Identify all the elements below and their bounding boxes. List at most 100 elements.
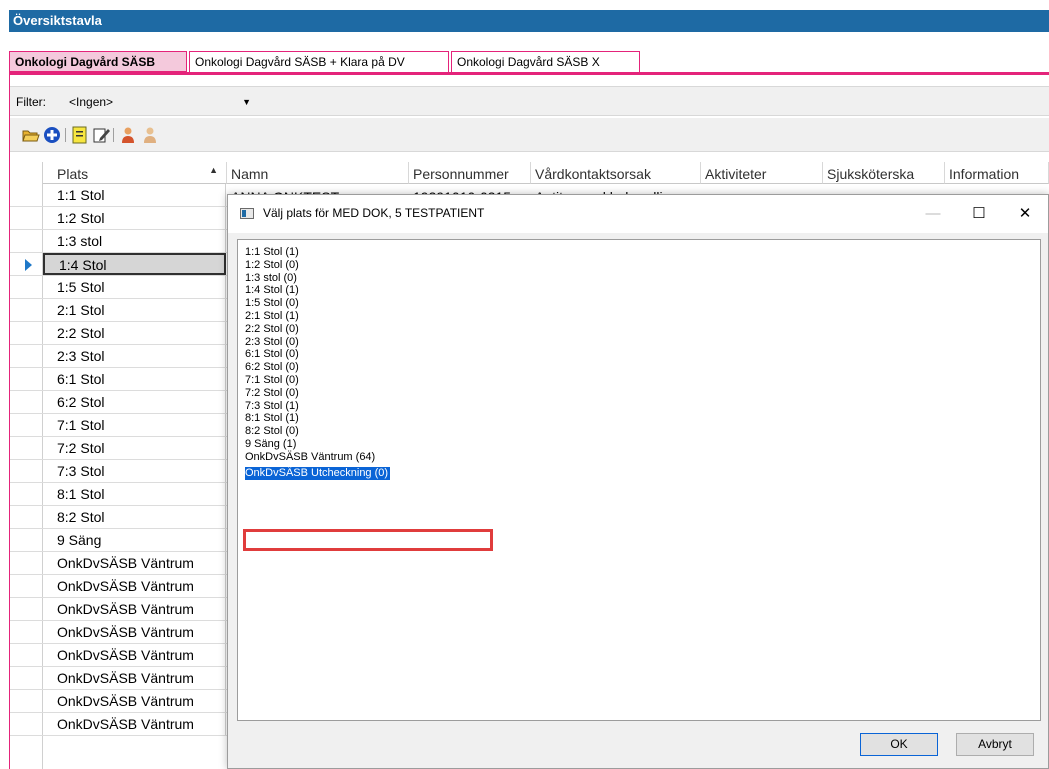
table-row[interactable]: OnkDvSÄSB Väntrum bbox=[10, 598, 240, 621]
plats-cell[interactable]: 6:2 Stol bbox=[43, 391, 226, 413]
table-row[interactable]: 1:3 stol bbox=[10, 230, 240, 253]
location-list-item[interactable]: 6:2 Stol (0) bbox=[245, 361, 299, 374]
tab-onkologi-dagvard-x[interactable]: Onkologi Dagvård SÄSB X bbox=[451, 51, 640, 72]
location-list-item[interactable]: 7:3 Stol (1) bbox=[245, 400, 299, 413]
table-row[interactable]: 8:2 Stol bbox=[10, 506, 240, 529]
current-row-arrow-icon bbox=[25, 259, 32, 271]
table-row[interactable]: 1:2 Stol bbox=[10, 207, 240, 230]
plats-cell[interactable]: 8:2 Stol bbox=[43, 506, 226, 528]
plats-cell[interactable]: OnkDvSÄSB Väntrum bbox=[43, 598, 226, 620]
table-row[interactable]: 1:5 Stol bbox=[10, 276, 240, 299]
location-list-item[interactable]: 1:4 Stol (1) bbox=[245, 284, 299, 297]
plats-cell[interactable]: 1:4 Stol bbox=[43, 253, 226, 275]
table-row[interactable]: 2:2 Stol bbox=[10, 322, 240, 345]
table-row[interactable]: OnkDvSÄSB Väntrum bbox=[10, 575, 240, 598]
partial-row-reason: Antitumoral behandling bbox=[531, 184, 701, 194]
table-row[interactable]: 7:2 Stol bbox=[10, 437, 240, 460]
table-row[interactable]: 1:4 Stol bbox=[10, 253, 240, 276]
table-row[interactable]: 2:3 Stol bbox=[10, 345, 240, 368]
plats-cell[interactable]: OnkDvSÄSB Väntrum bbox=[43, 575, 226, 597]
location-list-item[interactable]: 7:1 Stol (0) bbox=[245, 374, 299, 387]
tab-onkologi-dagvard-sasb[interactable]: Onkologi Dagvård SÄSB bbox=[9, 51, 187, 72]
plats-cell[interactable]: OnkDvSÄSB Väntrum bbox=[43, 621, 226, 643]
table-row[interactable]: 6:1 Stol bbox=[10, 368, 240, 391]
location-list-item[interactable]: 2:2 Stol (0) bbox=[245, 323, 299, 336]
location-list-item[interactable]: 7:2 Stol (0) bbox=[245, 387, 299, 400]
plats-cell[interactable]: 1:3 stol bbox=[43, 230, 226, 252]
location-list-item[interactable]: 8:2 Stol (0) bbox=[245, 425, 299, 438]
location-list-item[interactable]: OnkDvSÄSB Väntrum (64) bbox=[245, 451, 375, 464]
column-header-plats[interactable]: Plats ▲ bbox=[43, 162, 227, 184]
open-folder-icon[interactable] bbox=[22, 126, 40, 144]
location-list-item[interactable]: OnkDvSÄSB Utcheckning (0) bbox=[245, 466, 391, 480]
toolbar-divider bbox=[65, 128, 66, 142]
plats-cell[interactable]: 1:1 Stol bbox=[43, 184, 226, 206]
location-list-item[interactable]: 1:5 Stol (0) bbox=[245, 297, 299, 310]
table-row[interactable]: OnkDvSÄSB Väntrum bbox=[10, 644, 240, 667]
location-list-item[interactable]: 1:2 Stol (0) bbox=[245, 259, 299, 272]
annotation-highlight-box bbox=[243, 529, 493, 551]
location-listbox[interactable]: 1:1 Stol (1) 1:2 Stol (0) 1:3 stol (0) 1:4 … bbox=[237, 239, 1041, 721]
plats-cell[interactable]: 7:2 Stol bbox=[43, 437, 226, 459]
location-list-item[interactable]: 8:1 Stol (1) bbox=[245, 412, 299, 425]
plats-cell[interactable]: 6:1 Stol bbox=[43, 368, 226, 390]
table-row[interactable]: OnkDvSÄSB Väntrum bbox=[10, 552, 240, 575]
table-row[interactable]: OnkDvSÄSB Väntrum bbox=[10, 690, 240, 713]
filter-value: <Ingen> bbox=[69, 95, 114, 109]
close-icon[interactable]: ✕ bbox=[1002, 195, 1048, 233]
plats-cell[interactable]: OnkDvSÄSB Väntrum bbox=[43, 644, 226, 666]
plats-cell[interactable]: 2:3 Stol bbox=[43, 345, 226, 367]
note-icon[interactable] bbox=[71, 126, 89, 144]
maximize-icon[interactable]: ☐ bbox=[956, 195, 1002, 233]
filter-dropdown[interactable]: <Ingen> ▼ bbox=[66, 92, 256, 111]
table-row[interactable]: 1:1 Stol bbox=[10, 184, 240, 207]
plats-cell[interactable]: OnkDvSÄSB Väntrum bbox=[43, 713, 226, 735]
location-list-item[interactable]: 6:1 Stol (0) bbox=[245, 348, 299, 361]
table-row[interactable]: 2:1 Stol bbox=[10, 299, 240, 322]
partial-row-personnummer: 19391010-0315 bbox=[409, 184, 531, 194]
location-list-item[interactable]: 1:1 Stol (1) bbox=[245, 246, 299, 259]
location-list-item[interactable]: 1:3 stol (0) bbox=[245, 272, 297, 285]
choose-location-dialog: Välj plats för MED DOK, 5 TESTPATIENT — … bbox=[227, 194, 1049, 769]
plats-cell[interactable]: 7:3 Stol bbox=[43, 460, 226, 482]
plats-cell[interactable]: 1:2 Stol bbox=[43, 207, 226, 229]
plats-cell[interactable]: 2:1 Stol bbox=[43, 299, 226, 321]
column-header-sjukskoterska[interactable]: Sjuksköterska bbox=[823, 162, 945, 184]
chevron-down-icon: ▼ bbox=[242, 97, 251, 107]
column-header-information[interactable]: Information bbox=[945, 162, 1049, 184]
location-list-item[interactable]: 2:3 Stol (0) bbox=[245, 336, 299, 349]
table-row[interactable]: OnkDvSÄSB Väntrum bbox=[10, 713, 240, 736]
location-list-item[interactable]: 2:1 Stol (1) bbox=[245, 310, 299, 323]
cancel-button[interactable]: Avbryt bbox=[956, 733, 1034, 756]
person-remove-icon[interactable] bbox=[141, 126, 159, 144]
plats-cell[interactable]: OnkDvSÄSB Väntrum bbox=[43, 690, 226, 712]
plats-cell[interactable]: OnkDvSÄSB Väntrum bbox=[43, 552, 226, 574]
plats-cell[interactable]: 2:2 Stol bbox=[43, 322, 226, 344]
minimize-icon[interactable]: — bbox=[910, 195, 956, 233]
table-row[interactable]: OnkDvSÄSB Väntrum bbox=[10, 667, 240, 690]
plats-cell[interactable]: 1:5 Stol bbox=[43, 276, 226, 298]
column-header-label: Plats bbox=[57, 166, 89, 182]
table-row[interactable]: 8:1 Stol bbox=[10, 483, 240, 506]
plats-cell[interactable]: 8:1 Stol bbox=[43, 483, 226, 505]
column-header-personnummer[interactable]: Personnummer bbox=[409, 162, 531, 184]
column-header-vardkontaktsorsak[interactable]: Vårdkontaktsorsak bbox=[531, 162, 701, 184]
ok-button[interactable]: OK bbox=[860, 733, 938, 756]
person-icon[interactable] bbox=[119, 126, 137, 144]
tab-onkologi-dagvard-klara[interactable]: Onkologi Dagvård SÄSB + Klara på DV bbox=[189, 51, 449, 72]
table-row[interactable]: 6:2 Stol bbox=[10, 391, 240, 414]
table-row[interactable]: 9 Säng bbox=[10, 529, 240, 552]
location-list-item[interactable]: 9 Säng (1) bbox=[245, 438, 296, 451]
plats-cell[interactable]: 9 Säng bbox=[43, 529, 226, 551]
dialog-titlebar: Välj plats för MED DOK, 5 TESTPATIENT — … bbox=[228, 195, 1048, 233]
edit-icon[interactable] bbox=[92, 126, 110, 144]
add-icon[interactable] bbox=[43, 126, 61, 144]
table-row[interactable]: OnkDvSÄSB Väntrum bbox=[10, 621, 240, 644]
table-row[interactable]: 7:3 Stol bbox=[10, 460, 240, 483]
column-header-namn[interactable]: Namn bbox=[227, 162, 409, 184]
plats-cell[interactable]: 7:1 Stol bbox=[43, 414, 226, 436]
tab-strip: Onkologi Dagvård SÄSB Onkologi Dagvård S… bbox=[9, 51, 1049, 75]
table-row[interactable]: 7:1 Stol bbox=[10, 414, 240, 437]
plats-cell[interactable]: OnkDvSÄSB Väntrum bbox=[43, 667, 226, 689]
column-header-aktiviteter[interactable]: Aktiviteter bbox=[701, 162, 823, 184]
